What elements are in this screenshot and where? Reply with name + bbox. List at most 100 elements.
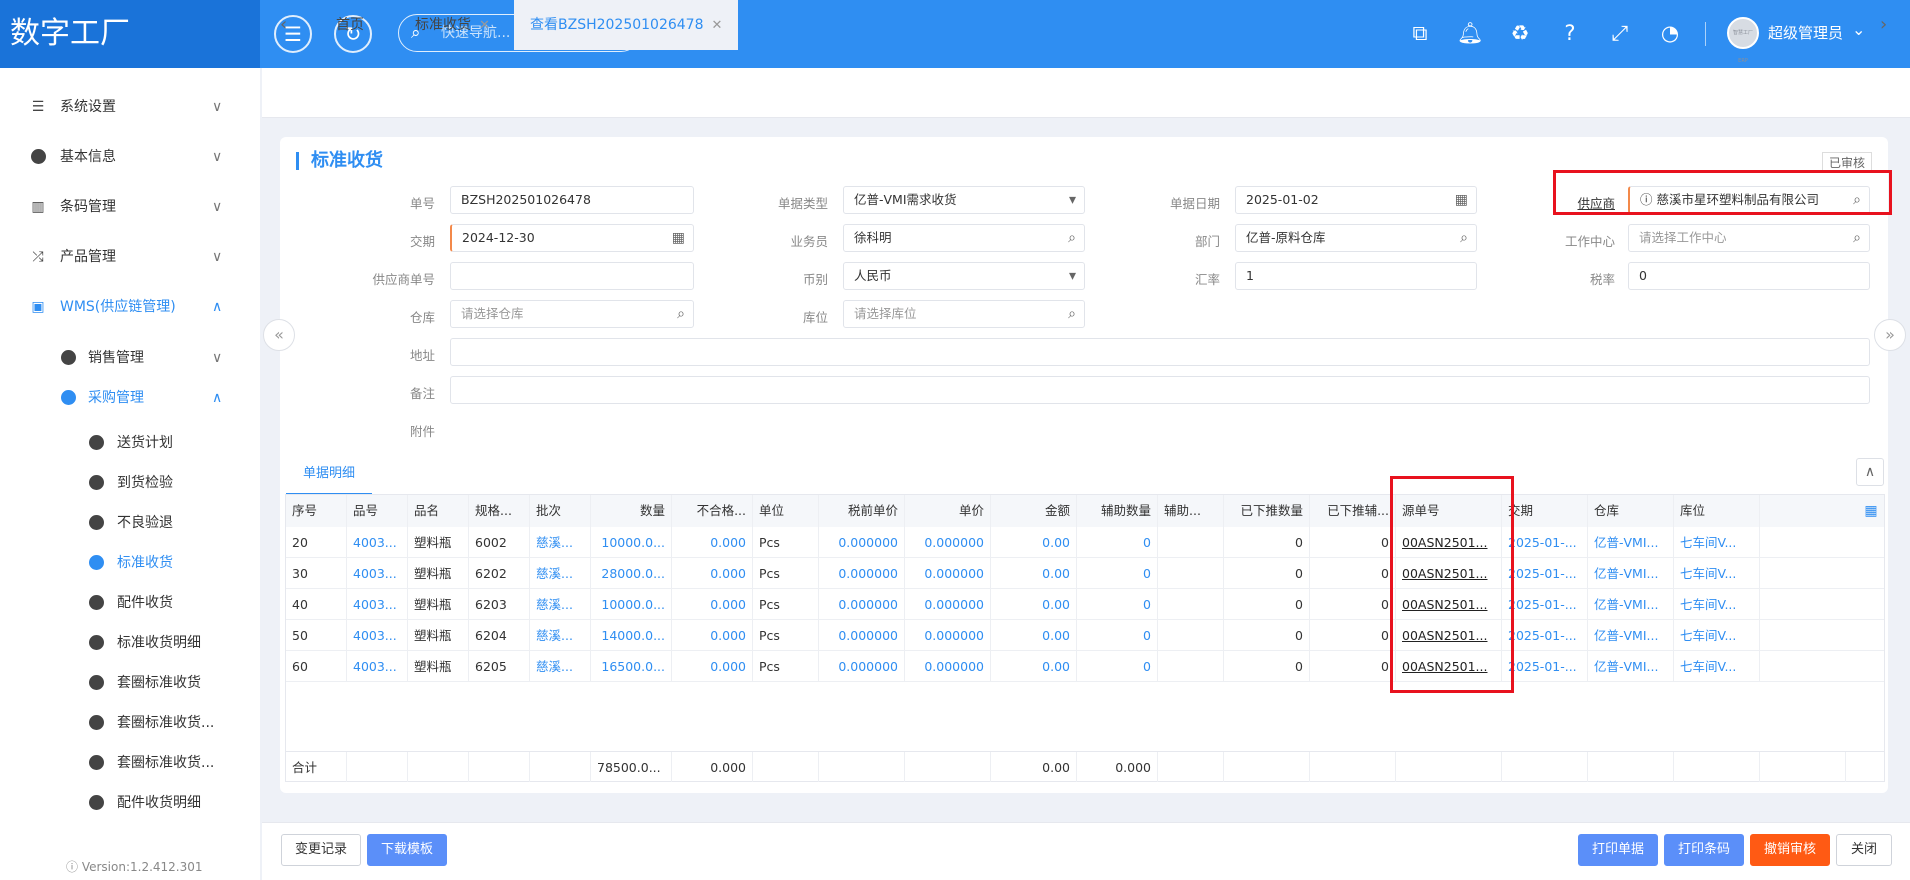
expand-right-icon[interactable]: » (1874, 319, 1906, 351)
avatar[interactable]: 智慧工厂 ERP (1727, 17, 1759, 64)
change-log-button[interactable]: 变更记录 (281, 834, 361, 866)
table-cell[interactable]: 慈溪... (530, 589, 591, 619)
version-text: Version:1.2.412.301 (81, 860, 203, 874)
sidebar-item-product[interactable]: ⤮ 产品管理 ∨ (0, 242, 260, 272)
fullscreen-icon[interactable]: ⤢ (1606, 19, 1634, 47)
salesman-field[interactable]: 徐科明 ⌕ (843, 224, 1085, 252)
column-header[interactable]: 品号 (347, 495, 408, 527)
column-header[interactable]: 交期 (1502, 495, 1588, 527)
collapse-up-icon[interactable]: ∧ (1856, 458, 1884, 486)
sidebar-item-basic[interactable]: 基本信息 ∨ (0, 142, 260, 172)
column-header[interactable]: 不合格... (672, 495, 753, 527)
close-icon[interactable]: ✕ (712, 18, 723, 33)
doc-type-select[interactable]: 亿普-VMI需求收货 ▾ (843, 186, 1085, 214)
tab-standard-receipt[interactable]: 标准收货 ✕ (415, 0, 490, 50)
column-header[interactable]: 序号 (286, 495, 347, 527)
help-icon[interactable]: ? (1556, 19, 1584, 47)
sidebar-item-parts-receipt[interactable]: 配件收货 (0, 588, 260, 618)
table-cell: Pcs (753, 589, 819, 619)
warehouse-field[interactable]: 请选择仓库 ⌕ (450, 300, 694, 328)
total-qty: 78500.0... (591, 752, 672, 782)
column-header[interactable]: 单位 (753, 495, 819, 527)
sidebar-item-ring-receipt-3[interactable]: 套圈标准收货... (0, 748, 260, 778)
sidebar-item-delivery-plan[interactable]: 送货计划 (0, 428, 260, 458)
close-button[interactable]: 关闭 (1836, 834, 1892, 866)
sidebar-item-arrival-check[interactable]: 到货检验 (0, 468, 260, 498)
table-cell[interactable]: 4003... (347, 527, 408, 557)
sidebar-item-parts-detail[interactable]: 配件收货明细 (0, 788, 260, 818)
sidebar-item-system[interactable]: ☰ 系统设置 ∨ (0, 92, 260, 122)
sidebar-item-receipt-detail[interactable]: 标准收货明细 (0, 628, 260, 658)
work-center-field[interactable]: 请选择工作中心 ⌕ (1628, 224, 1870, 252)
column-header[interactable]: 单价 (905, 495, 991, 527)
tax-field[interactable]: 0 (1628, 262, 1870, 290)
tab-scroll-left-icon[interactable]: ‹ (280, 0, 287, 50)
sidebar-item-sales[interactable]: 销售管理 ∨ (0, 343, 260, 373)
column-header[interactable]: 品名 (408, 495, 469, 527)
table-cell: 七车间V... (1674, 620, 1760, 650)
tab-home[interactable]: 首页 (336, 0, 364, 50)
bell-icon[interactable]: 🔔︎ (1456, 19, 1484, 47)
sidebar-item-ring-receipt[interactable]: 套圈标准收货 (0, 668, 260, 698)
tabs-bar (262, 68, 1910, 118)
column-header[interactable]: 已下推辅... (1310, 495, 1396, 527)
sidebar-item-defect-return[interactable]: 不良验退 (0, 508, 260, 538)
table-row[interactable]: 20 4003... 塑料瓶 6002 慈溪... 10000.0... 0.000 Pcs 0… (286, 527, 1884, 558)
table-row[interactable]: 60 4003... 塑料瓶 6205 慈溪... 16500.0... 0.000 Pcs 0… (286, 651, 1884, 682)
order-no-field[interactable]: BZSH202501026478 (450, 186, 694, 214)
dashboard-icon[interactable]: ◔ (1656, 19, 1684, 47)
column-settings-icon[interactable]: ▦ (1858, 495, 1884, 527)
tab-view-receipt[interactable]: 查看BZSH202501026478 ✕ (514, 0, 739, 50)
column-header[interactable]: 金额 (991, 495, 1077, 527)
column-header[interactable]: 仓库 (1588, 495, 1674, 527)
chevron-down-icon: ∨ (212, 249, 223, 265)
close-icon[interactable]: ✕ (479, 18, 490, 33)
supplier-no-field[interactable] (450, 262, 694, 290)
currency-select[interactable]: 人民币 ▾ (843, 262, 1085, 290)
detail-table: 序号 品号 品名 规格... 批次 数量 不合格... 单位 税前单价 单价 金额 辅助数量 辅助...… (285, 494, 1885, 782)
tab-scroll-right-icon[interactable]: › (1880, 0, 1887, 50)
table-row[interactable]: 30 4003... 塑料瓶 6202 慈溪... 28000.0... 0.000 Pcs 0… (286, 558, 1884, 589)
windows-icon[interactable]: ⧉ (1406, 19, 1434, 47)
column-header[interactable]: 批次 (530, 495, 591, 527)
location-field[interactable]: 请选择库位 ⌕ (843, 300, 1085, 328)
sidebar-item-barcode[interactable]: ▥ 条码管理 ∨ (0, 192, 260, 222)
user-name[interactable]: 超级管理员 (1768, 22, 1843, 43)
delivery-date-field[interactable]: 2024-12-30 ▦ (450, 224, 694, 252)
sidebar-item-purchase[interactable]: 采购管理 ∧ (0, 383, 260, 413)
table-cell[interactable]: 慈溪... (530, 651, 591, 681)
table-cell[interactable]: 4003... (347, 620, 408, 650)
column-header[interactable]: 已下推数量 (1224, 495, 1310, 527)
sidebar-item-wms[interactable]: ▣ WMS(供应链管理) ∧ (0, 292, 260, 322)
table-cell[interactable]: 4003... (347, 589, 408, 619)
revoke-audit-button[interactable]: 撤销审核 (1750, 834, 1830, 866)
print-barcode-button[interactable]: 打印条码 (1664, 834, 1744, 866)
table-row[interactable]: 40 4003... 塑料瓶 6203 慈溪... 10000.0... 0.000 Pcs 0… (286, 589, 1884, 620)
collapse-left-icon[interactable]: « (263, 319, 295, 351)
sidebar-item-ring-receipt-2[interactable]: 套圈标准收货... (0, 708, 260, 738)
table-cell[interactable]: 4003... (347, 651, 408, 681)
remark-field[interactable] (450, 376, 1870, 404)
dept-field[interactable]: 亿普-原料仓库 ⌕ (1235, 224, 1477, 252)
table-row[interactable]: 50 4003... 塑料瓶 6204 慈溪... 14000.0... 0.000 Pcs 0… (286, 620, 1884, 651)
recycle-icon[interactable]: ♻ (1506, 19, 1534, 47)
column-header[interactable]: 库位 (1674, 495, 1760, 527)
column-header[interactable]: 辅助... (1158, 495, 1224, 527)
column-header[interactable]: 辅助数量 (1077, 495, 1158, 527)
column-header[interactable]: 数量 (591, 495, 672, 527)
column-header[interactable]: 税前单价 (819, 495, 905, 527)
table-cell[interactable]: 慈溪... (530, 620, 591, 650)
table-cell[interactable]: 4003... (347, 558, 408, 588)
address-field[interactable] (450, 338, 1870, 366)
print-document-button[interactable]: 打印单据 (1578, 834, 1658, 866)
table-cell[interactable]: 慈溪... (530, 558, 591, 588)
download-template-button[interactable]: 下载模板 (367, 834, 447, 866)
tab-detail[interactable]: 单据明细 (286, 463, 372, 495)
doc-date-field[interactable]: 2025-01-02 ▦ (1235, 186, 1477, 214)
sidebar-item-standard-receipt[interactable]: 标准收货 (0, 548, 260, 578)
column-header[interactable]: 规格... (469, 495, 530, 527)
chevron-down-icon[interactable]: ⌄ (1852, 20, 1865, 39)
rate-field[interactable]: 1 (1235, 262, 1477, 290)
table-cell[interactable]: 慈溪... (530, 527, 591, 557)
table-total-row: 合计 78500.0... 0.000 0.00 0.000 (286, 751, 1884, 782)
